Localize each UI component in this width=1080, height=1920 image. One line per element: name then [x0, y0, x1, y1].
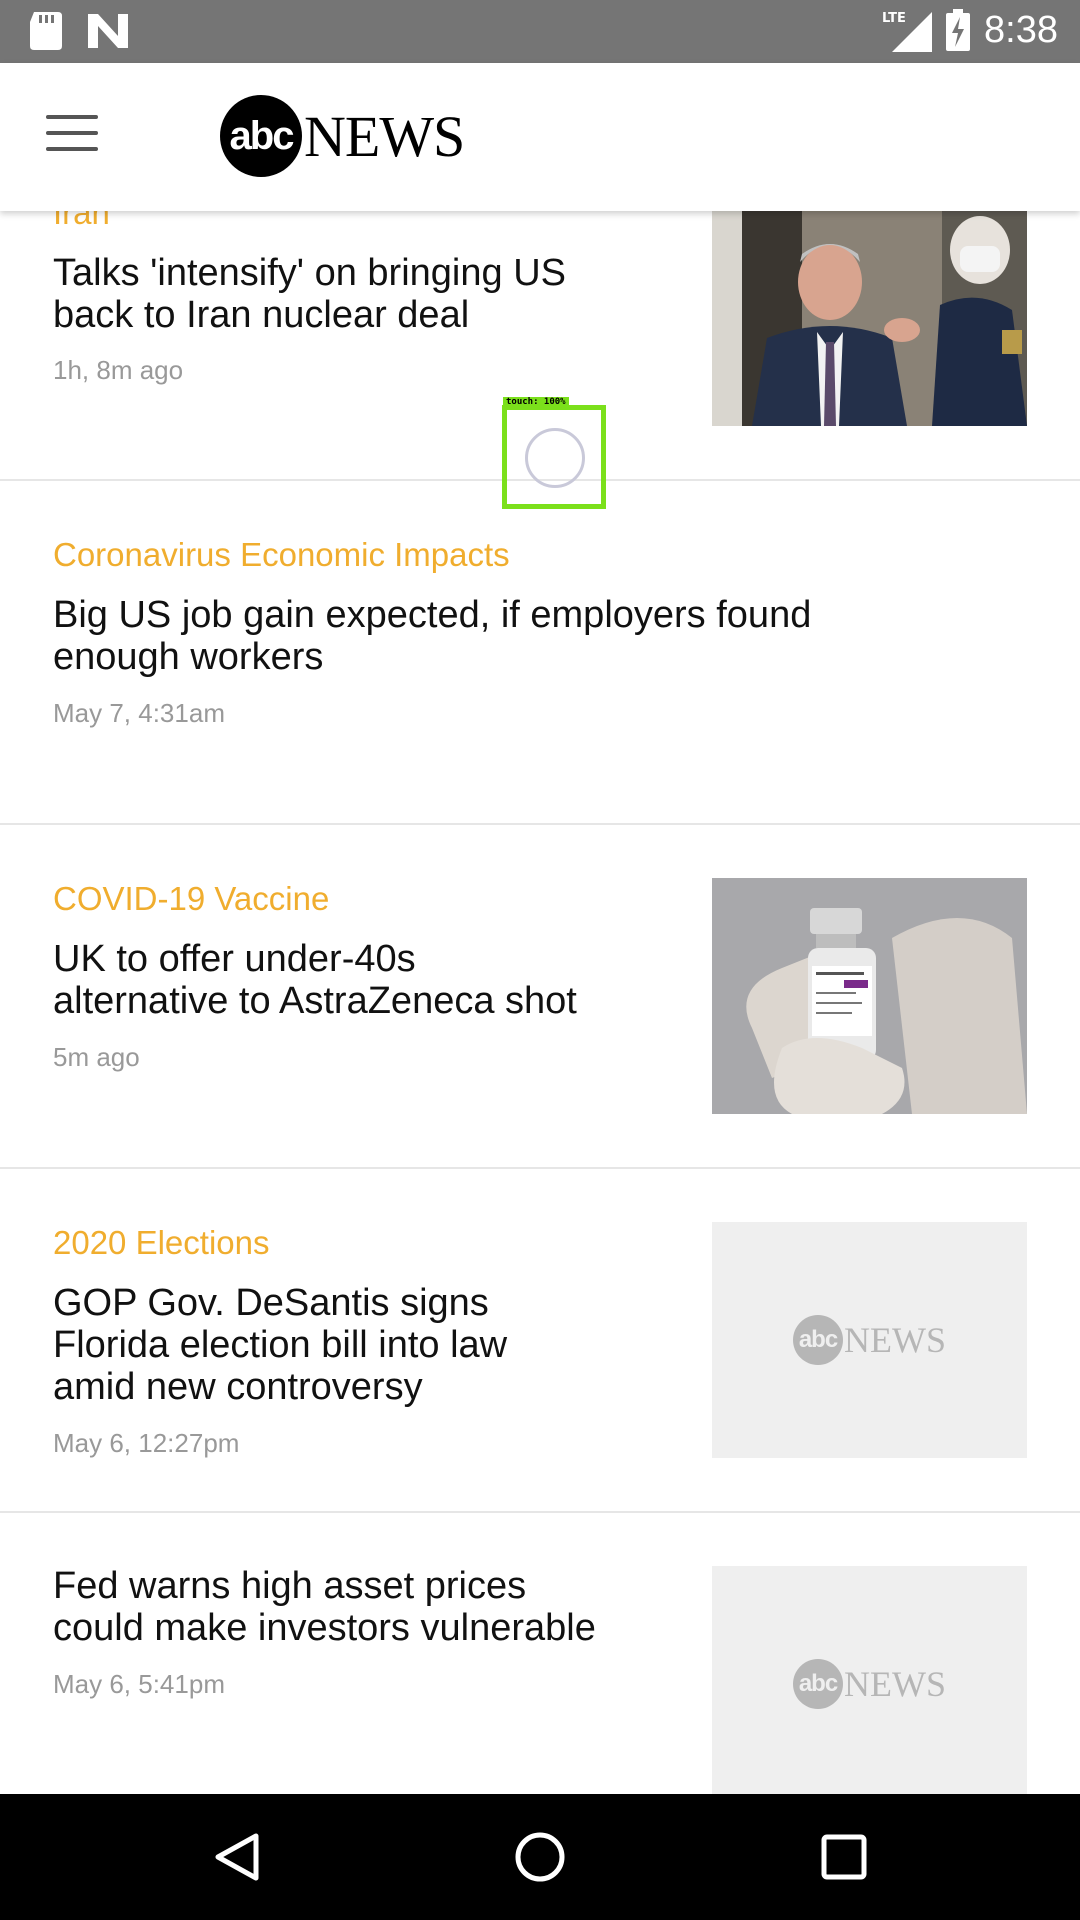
status-clock: 8:38 — [984, 8, 1058, 51]
article-card[interactable]: Fed warns high asset prices could make i… — [0, 1513, 1080, 1794]
abc-news-logo: abc NEWS — [220, 95, 465, 177]
article-headline[interactable]: Talks 'intensify' on bringing US back to… — [53, 252, 566, 336]
article-headline[interactable]: Big US job gain expected, if employers f… — [53, 594, 811, 678]
sd-card-icon — [30, 12, 62, 50]
article-card[interactable]: 2020 Elections GOP Gov. DeSantis signs F… — [0, 1169, 1080, 1513]
battery-charging-icon — [946, 9, 971, 51]
app-header: abc NEWS — [0, 63, 1080, 211]
article-headline[interactable]: GOP Gov. DeSantis signs Florida election… — [53, 1282, 507, 1408]
recents-icon[interactable] — [811, 1824, 877, 1890]
article-timestamp: May 6, 12:27pm — [53, 1428, 240, 1458]
article-card[interactable]: COVID-19 Vaccine UK to offer under-40s a… — [0, 825, 1080, 1169]
logo-abc: abc — [220, 95, 302, 177]
touch-indicator-label: touch: 100% — [503, 397, 569, 408]
touch-ripple — [525, 428, 585, 488]
back-icon[interactable] — [204, 1824, 270, 1890]
hamburger-menu-icon[interactable] — [46, 115, 98, 155]
article-timestamp: May 6, 5:41pm — [53, 1669, 225, 1699]
article-thumbnail-placeholder[interactable]: abc NEWS — [712, 1566, 1027, 1794]
n-notification-icon — [88, 14, 128, 48]
abc-news-logo: abc NEWS — [793, 1315, 946, 1365]
diplomat-photo — [712, 210, 1027, 426]
article-category[interactable]: Coronavirus Economic Impacts — [53, 536, 510, 574]
article-headline[interactable]: Fed warns high asset prices could make i… — [53, 1565, 596, 1649]
status-bar: LTE 8:38 — [0, 0, 1080, 63]
vaccine-vial-photo — [712, 878, 1027, 1114]
svg-text:LTE: LTE — [882, 11, 906, 26]
article-timestamp: 5m ago — [53, 1042, 140, 1072]
signal-icon: LTE — [882, 11, 933, 52]
navigation-bar — [0, 1794, 1080, 1920]
article-headline[interactable]: UK to offer under-40s alternative to Ast… — [53, 938, 577, 1022]
home-icon[interactable] — [507, 1824, 573, 1890]
article-timestamp: 1h, 8m ago — [53, 355, 184, 385]
article-category[interactable]: COVID-19 Vaccine — [53, 880, 329, 918]
article-thumbnail[interactable] — [712, 210, 1027, 426]
logo-news: NEWS — [304, 103, 465, 169]
article-category[interactable]: 2020 Elections — [53, 1224, 269, 1262]
news-feed[interactable]: Iran Talks 'intensify' on bringing US ba… — [0, 0, 1080, 1794]
article-timestamp: May 7, 4:31am — [53, 698, 225, 728]
abc-news-logo: abc NEWS — [793, 1659, 946, 1709]
article-thumbnail[interactable] — [712, 878, 1027, 1114]
article-card[interactable]: Coronavirus Economic Impacts Big US job … — [0, 481, 1080, 825]
article-thumbnail-placeholder[interactable]: abc NEWS — [712, 1222, 1027, 1458]
